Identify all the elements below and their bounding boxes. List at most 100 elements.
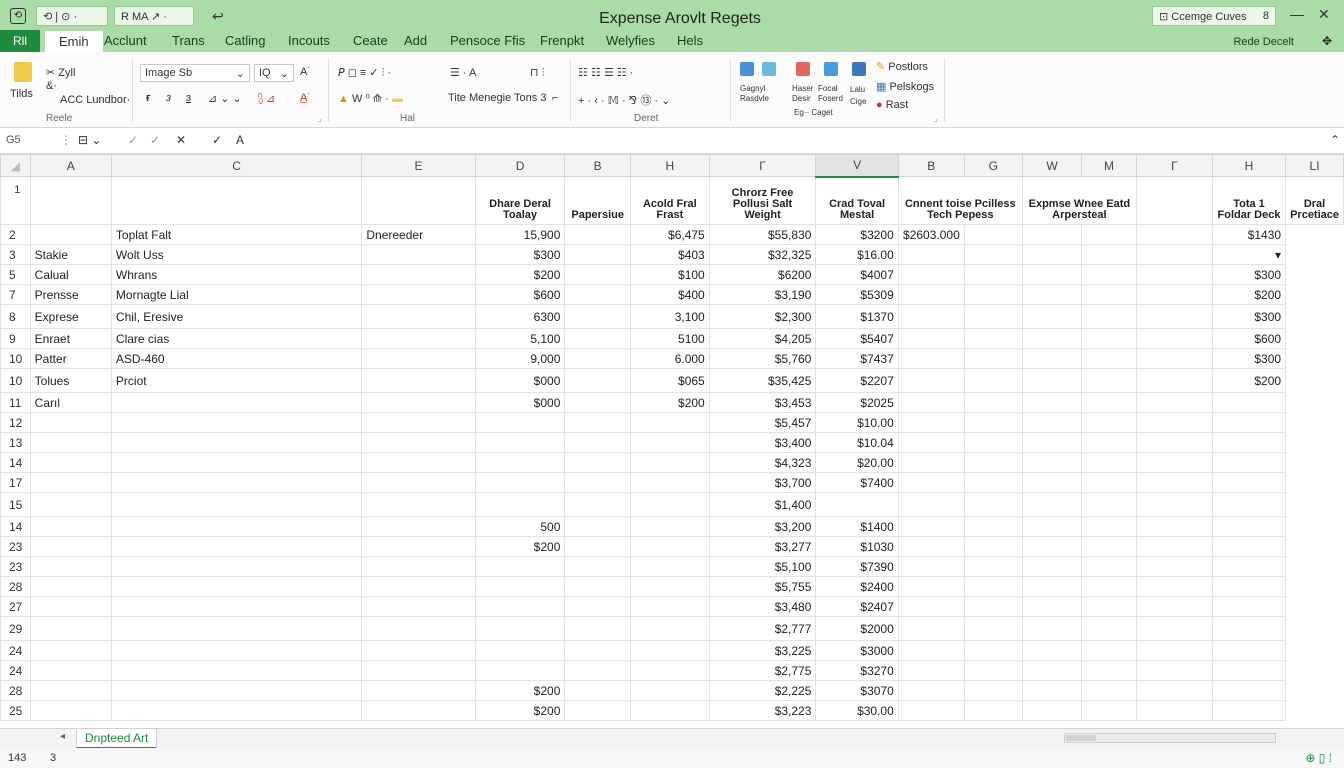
cell[interactable] (1021, 412, 1083, 433)
cell[interactable] (361, 432, 476, 453)
cell[interactable]: $5,100 (708, 556, 817, 577)
row-number[interactable]: 12 (0, 412, 31, 433)
search-box[interactable]: ⊡ Ccemge Cuves 8 (1152, 6, 1276, 26)
share-menu[interactable]: Rede Decelt (1233, 36, 1294, 48)
cell[interactable] (1081, 472, 1137, 493)
cell[interactable] (1081, 368, 1137, 393)
cell[interactable]: $2603.000 (897, 224, 965, 245)
column-header[interactable]: H (1211, 154, 1287, 177)
cell[interactable] (1135, 616, 1213, 641)
cell[interactable] (963, 284, 1023, 305)
tab-catling[interactable]: Catling (225, 33, 265, 48)
cell[interactable] (629, 536, 710, 557)
cell[interactable] (1135, 492, 1213, 517)
cell[interactable]: $5,457 (708, 412, 817, 433)
cell[interactable] (963, 536, 1023, 557)
cell[interactable]: $5,760 (708, 348, 817, 369)
cell[interactable]: $100 (629, 264, 710, 285)
align-tools-icon[interactable]: 𝘗 ◻ ≡ ✓ ⫶ · (338, 66, 391, 80)
cell[interactable] (963, 660, 1023, 681)
cell[interactable] (1081, 556, 1137, 577)
cell[interactable] (1081, 224, 1137, 245)
cell[interactable] (29, 680, 112, 701)
cell[interactable] (110, 452, 363, 473)
row-number[interactable]: 15 (0, 492, 31, 517)
cell[interactable] (1021, 640, 1083, 661)
cell[interactable] (629, 596, 710, 617)
paste-label[interactable]: Tilds (10, 88, 33, 100)
cell[interactable] (1081, 700, 1137, 721)
cell[interactable] (1021, 492, 1083, 517)
cell[interactable] (897, 264, 965, 285)
cell[interactable] (963, 576, 1023, 597)
border-icon[interactable]: ⊿ ⌄ ⌄ (208, 92, 242, 105)
cell[interactable] (1211, 536, 1287, 557)
cell[interactable] (361, 492, 476, 517)
cell[interactable]: Patter (29, 348, 112, 369)
cell[interactable]: $3200 (815, 224, 899, 245)
cell[interactable] (29, 536, 112, 557)
cell[interactable]: Prciot (110, 368, 363, 393)
cell[interactable] (1135, 284, 1213, 305)
cell[interactable]: $200 (474, 700, 566, 721)
cell[interactable] (963, 224, 1023, 245)
cell[interactable] (474, 412, 566, 433)
cell[interactable]: $403 (629, 244, 710, 265)
cell[interactable] (963, 392, 1023, 413)
cell[interactable] (361, 244, 476, 265)
cell[interactable] (564, 304, 631, 329)
cell[interactable] (29, 176, 112, 225)
row-number[interactable]: 14 (0, 452, 31, 473)
horizontal-scrollbar[interactable] (1064, 733, 1276, 743)
cell[interactable]: $200 (1211, 368, 1287, 393)
tab-hels[interactable]: Hels (677, 33, 703, 48)
cell[interactable] (1135, 224, 1213, 245)
cell[interactable] (361, 412, 476, 433)
cell[interactable] (474, 432, 566, 453)
cell[interactable] (1021, 304, 1083, 329)
cell[interactable]: $3270 (815, 660, 899, 681)
cell[interactable]: Enraet (29, 328, 112, 349)
cell[interactable]: $200 (474, 680, 566, 701)
cell[interactable] (361, 536, 476, 557)
cell[interactable] (29, 616, 112, 641)
column-header[interactable]: B (564, 154, 631, 177)
cell[interactable] (564, 432, 631, 453)
cell[interactable] (629, 700, 710, 721)
cell[interactable] (1021, 244, 1083, 265)
cell[interactable]: 5,100 (474, 328, 566, 349)
cell[interactable] (110, 616, 363, 641)
gagnyl-button[interactable]: Gagnyl Rasdvle (740, 84, 788, 104)
cell[interactable] (474, 472, 566, 493)
cell[interactable] (361, 472, 476, 493)
cancel-icon[interactable]: ✓ (128, 133, 138, 147)
row-number[interactable]: 10 (0, 348, 31, 369)
cell[interactable] (110, 536, 363, 557)
cell[interactable] (629, 472, 710, 493)
cell[interactable] (29, 452, 112, 473)
cell[interactable]: Tolues (29, 368, 112, 393)
cell[interactable] (110, 412, 363, 433)
cell[interactable] (564, 224, 631, 245)
cell[interactable] (1081, 680, 1137, 701)
column-header[interactable]: LI (1285, 154, 1344, 177)
cell[interactable] (897, 660, 965, 681)
cell[interactable] (629, 660, 710, 681)
cell[interactable]: $200 (474, 264, 566, 285)
cell[interactable] (361, 176, 476, 225)
lalu-button[interactable]: Lalu Cige (850, 84, 870, 108)
cell[interactable] (897, 576, 965, 597)
worksheet-grid[interactable]: ◢ A C E D B H Γ V B G W M Γ H LI 1 Dhare… (0, 154, 1344, 728)
cell[interactable]: $600 (474, 284, 566, 305)
cell[interactable] (963, 328, 1023, 349)
font-name-combo[interactable]: Image Sb ⌄ (140, 64, 250, 82)
cell[interactable]: Whrans (110, 264, 363, 285)
globe-icon[interactable] (740, 62, 754, 76)
row-number[interactable]: 28 (0, 680, 31, 701)
cell[interactable] (897, 392, 965, 413)
cell[interactable] (110, 680, 363, 701)
column-header[interactable]: D (474, 154, 566, 177)
cell[interactable] (1021, 348, 1083, 369)
cell[interactable]: Exprese (29, 304, 112, 329)
cell[interactable] (629, 412, 710, 433)
